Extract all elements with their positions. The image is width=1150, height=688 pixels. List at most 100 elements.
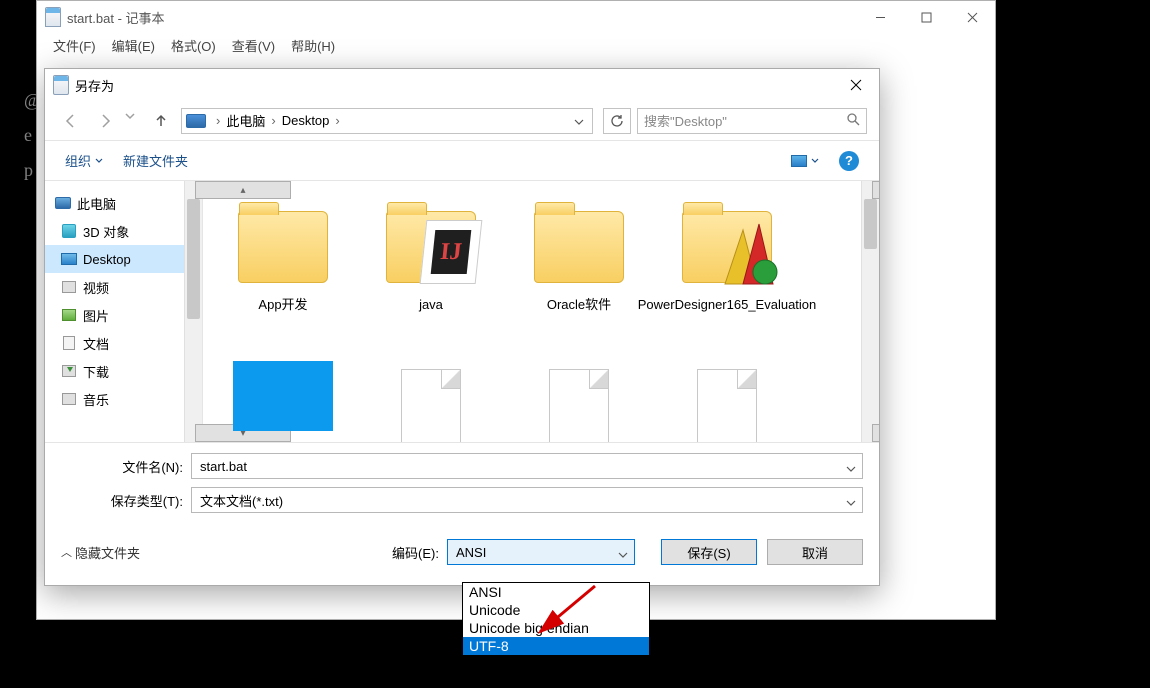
scroll-down-icon[interactable]: ▾ — [872, 424, 879, 442]
notepad-icon — [45, 7, 61, 27]
nav-forward-button[interactable] — [91, 107, 119, 135]
minimize-button[interactable] — [857, 1, 903, 33]
save-button[interactable]: 保存(S) — [661, 539, 757, 565]
powerdesigner-icon — [719, 220, 775, 284]
scroll-thumb[interactable] — [864, 199, 877, 249]
refresh-button[interactable] — [603, 108, 631, 134]
chevron-down-icon — [811, 158, 819, 163]
file-item[interactable] — [653, 355, 801, 442]
filename-label: 文件名(N): — [61, 457, 191, 476]
search-input[interactable]: 搜索"Desktop" — [637, 108, 867, 134]
chevron-right-icon: › — [331, 113, 343, 128]
file-item[interactable]: Oracle软件 — [505, 195, 653, 355]
chevron-down-icon[interactable] — [846, 494, 856, 509]
scroll-up-icon[interactable]: ▴ — [872, 181, 879, 199]
file-icon — [697, 369, 757, 442]
encoding-select[interactable]: ANSI — [447, 539, 635, 565]
help-button[interactable]: ? — [839, 151, 859, 171]
file-scrollbar[interactable]: ▴ ▾ — [861, 181, 879, 442]
filetype-label: 保存类型(T): — [61, 491, 191, 510]
chevron-down-icon — [95, 158, 103, 163]
cancel-button[interactable]: 取消 — [767, 539, 863, 565]
tree-item-videos[interactable]: 视频 — [45, 273, 202, 301]
dialog-navbar: › 此电脑 › Desktop › 搜索"Desktop" — [45, 101, 879, 141]
notepad-titlebar[interactable]: start.bat - 记事本 — [37, 1, 995, 33]
dialog-icon — [53, 75, 69, 95]
nav-recent-button[interactable] — [125, 107, 141, 135]
chevron-down-icon[interactable] — [618, 546, 628, 561]
file-icon — [233, 361, 333, 431]
chevron-right-icon: › — [267, 113, 279, 128]
tree-item-desktop[interactable]: Desktop — [45, 245, 202, 273]
dialog-titlebar[interactable]: 另存为 — [45, 69, 879, 101]
intellij-icon: IJ — [420, 220, 483, 284]
file-icon — [401, 369, 461, 442]
nav-up-button[interactable] — [147, 107, 175, 135]
encoding-label: 编码(E): — [392, 543, 439, 562]
file-item[interactable] — [505, 355, 653, 442]
desktop-icon — [61, 253, 77, 265]
address-dropdown-icon[interactable] — [570, 113, 588, 128]
new-folder-button[interactable]: 新建文件夹 — [123, 151, 188, 170]
dialog-fields: 文件名(N): start.bat 保存类型(T): 文本文档(*.txt) — [45, 442, 879, 529]
annotation-arrow-icon — [530, 582, 610, 655]
dialog-footer: ︿ 隐藏文件夹 编码(E): ANSI 保存(S) 取消 — [45, 529, 879, 585]
file-list[interactable]: App开发 IJ java Oracle软件 — [203, 181, 879, 442]
view-button[interactable] — [791, 155, 819, 167]
cube-icon — [62, 224, 76, 238]
close-button[interactable] — [949, 1, 995, 33]
video-icon — [62, 281, 76, 293]
dialog-title: 另存为 — [75, 76, 833, 95]
download-icon — [62, 365, 76, 377]
breadcrumb-desktop[interactable]: Desktop — [280, 113, 332, 128]
notepad-title: start.bat - 记事本 — [67, 8, 857, 27]
menu-help[interactable]: 帮助(H) — [283, 34, 343, 57]
folder-icon — [682, 211, 772, 283]
picture-icon — [791, 155, 807, 167]
navigation-tree: 此电脑 3D 对象 Desktop 视频 图片 文档 — [45, 181, 203, 442]
tree-item-music[interactable]: 音乐 — [45, 385, 202, 413]
folder-icon: IJ — [386, 211, 476, 283]
address-bar[interactable]: › 此电脑 › Desktop › — [181, 108, 593, 134]
music-icon — [62, 393, 76, 405]
tree-scrollbar[interactable]: ▴ ▾ — [184, 181, 202, 442]
menu-view[interactable]: 查看(V) — [224, 34, 283, 57]
tree-item-pictures[interactable]: 图片 — [45, 301, 202, 329]
pc-icon — [55, 197, 71, 209]
save-as-dialog: 另存为 › 此电脑 › Desktop › — [44, 68, 880, 586]
scroll-thumb[interactable] — [187, 199, 200, 319]
menu-edit[interactable]: 编辑(E) — [104, 34, 163, 57]
search-placeholder: 搜索"Desktop" — [644, 111, 727, 130]
organize-button[interactable]: 组织 — [65, 151, 103, 170]
chevron-right-icon: › — [212, 113, 224, 128]
image-icon — [62, 309, 76, 321]
file-item[interactable] — [209, 355, 357, 442]
notepad-menubar: 文件(F) 编辑(E) 格式(O) 查看(V) 帮助(H) — [37, 33, 995, 57]
search-icon — [846, 112, 860, 129]
nav-back-button[interactable] — [57, 107, 85, 135]
maximize-button[interactable] — [903, 1, 949, 33]
file-item[interactable] — [357, 355, 505, 442]
folder-icon — [534, 211, 624, 283]
chevron-down-icon[interactable] — [846, 460, 856, 475]
document-icon — [63, 336, 75, 350]
menu-format[interactable]: 格式(O) — [163, 34, 224, 57]
dialog-toolbar: 组织 新建文件夹 ? — [45, 141, 879, 181]
tree-item-3d[interactable]: 3D 对象 — [45, 217, 202, 245]
folder-icon — [238, 211, 328, 283]
dialog-close-button[interactable] — [833, 69, 879, 101]
file-icon — [549, 369, 609, 442]
filetype-select[interactable]: 文本文档(*.txt) — [191, 487, 863, 513]
collapse-icon: ︿ — [61, 544, 69, 560]
file-item[interactable]: App开发 — [209, 195, 357, 355]
tree-item-downloads[interactable]: 下载 — [45, 357, 202, 385]
breadcrumb-pc[interactable]: 此电脑 — [224, 111, 267, 130]
tree-item-documents[interactable]: 文档 — [45, 329, 202, 357]
hide-folders-toggle[interactable]: ︿ 隐藏文件夹 — [61, 543, 140, 562]
tree-item-pc[interactable]: 此电脑 — [45, 189, 202, 217]
menu-file[interactable]: 文件(F) — [45, 34, 104, 57]
filename-input[interactable]: start.bat — [191, 453, 863, 479]
file-item[interactable]: IJ java — [357, 195, 505, 355]
pc-icon — [186, 114, 206, 128]
file-item[interactable]: PowerDesigner165_Evaluation — [653, 195, 801, 355]
